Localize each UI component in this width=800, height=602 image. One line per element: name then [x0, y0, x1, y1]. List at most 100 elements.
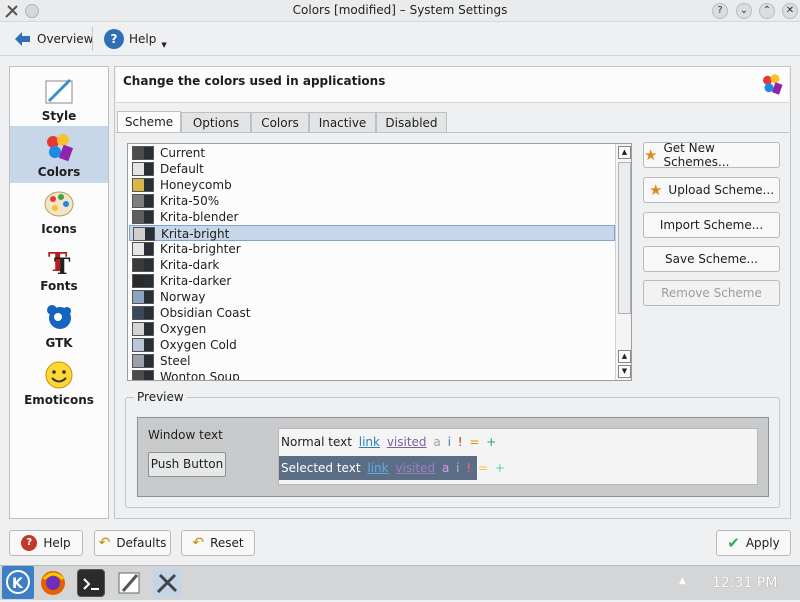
toolbar-divider: [92, 27, 93, 51]
sidebar-item-colors[interactable]: Colors: [10, 126, 108, 183]
scheme-name: Norway: [160, 290, 206, 304]
sidebar-item-icons[interactable]: Icons: [10, 183, 108, 240]
get-new-schemes-button[interactable]: ★ Get New Schemes...: [643, 141, 780, 169]
scroll-up-icon[interactable]: ▲: [618, 350, 631, 363]
scheme-list-scrollbar[interactable]: ▲ ▲ ▼: [615, 144, 631, 380]
scheme-name: Krita-dark: [160, 258, 220, 272]
scheme-preview-icon: [132, 338, 154, 352]
scheme-preview-icon: [132, 146, 154, 160]
tab-scheme[interactable]: Scheme: [117, 111, 181, 133]
star-icon: ★: [644, 146, 658, 164]
scheme-name: Steel: [160, 354, 191, 368]
scheme-preview-icon: [132, 210, 154, 224]
save-scheme-button[interactable]: Save Scheme...: [643, 246, 780, 272]
preview-selected-active: i: [456, 461, 460, 475]
preview-selected-positive: +: [494, 461, 505, 475]
scheme-item[interactable]: Krita-50%: [129, 193, 615, 209]
sidebar-item-label: Icons: [41, 222, 77, 236]
page-title: Change the colors used in applications: [123, 74, 386, 88]
application-launcher-icon[interactable]: K: [2, 566, 34, 599]
preview-selected-line: Selected text link visited a i ! = +: [281, 461, 505, 475]
system-settings-task-icon[interactable]: [153, 569, 181, 597]
svg-text:K: K: [12, 576, 24, 592]
category-sidebar: Style Colors Icons T T Fonts GTK Emotico…: [9, 66, 109, 519]
scheme-item[interactable]: Oxygen Cold: [129, 337, 615, 353]
scheme-preview-icon: [133, 227, 155, 241]
scheme-name: Default: [160, 162, 204, 176]
scheme-preview-icon: [132, 194, 154, 208]
scheme-item[interactable]: Krita-bright: [129, 225, 615, 241]
scheme-item[interactable]: Wonton Soup: [129, 369, 615, 381]
scheme-name: Honeycomb: [160, 178, 232, 192]
sidebar-item-label: Fonts: [40, 279, 78, 293]
sidebar-item-style[interactable]: Style: [10, 70, 108, 127]
check-icon: ✔: [727, 534, 740, 552]
tab-inactive[interactable]: Inactive: [309, 112, 376, 133]
scheme-preview-icon: [132, 178, 154, 192]
scheme-name: Krita-darker: [160, 274, 232, 288]
tab-disabled[interactable]: Disabled: [376, 112, 447, 133]
scheme-item[interactable]: Steel: [129, 353, 615, 369]
scheme-item[interactable]: Krita-brighter: [129, 241, 615, 257]
sidebar-item-label: Style: [41, 109, 77, 123]
help-menu-button[interactable]: ? Help ▼: [100, 26, 171, 52]
scheme-preview-icon: [132, 290, 154, 304]
minimize-button[interactable]: ⌄: [736, 3, 752, 19]
scheme-item[interactable]: Current: [129, 145, 615, 161]
preview-selected-inactive: a: [441, 461, 450, 475]
terminal-icon[interactable]: [77, 569, 105, 597]
upload-scheme-button[interactable]: ★ Upload Scheme...: [643, 177, 780, 203]
scheme-name: Wonton Soup: [160, 370, 240, 381]
scroll-up-icon[interactable]: ▲: [618, 146, 631, 159]
close-button[interactable]: ✕: [782, 3, 798, 19]
tab-colors[interactable]: Colors: [251, 112, 309, 133]
help-title-button[interactable]: ?: [712, 3, 728, 19]
tab-options[interactable]: Options: [181, 112, 251, 133]
maximize-button[interactable]: ⌃: [759, 3, 775, 19]
import-scheme-button[interactable]: Import Scheme...: [643, 212, 780, 238]
undo-icon: ↶: [98, 535, 111, 551]
scheme-item[interactable]: Krita-darker: [129, 273, 615, 289]
colors-icon: [47, 134, 74, 162]
defaults-button[interactable]: ↶ Defaults: [94, 530, 171, 556]
preview-positive: +: [486, 435, 497, 449]
undo-icon: ↶: [192, 535, 205, 551]
clock[interactable]: 12:31 PM: [712, 575, 777, 591]
sidebar-item-emoticons[interactable]: Emoticons: [10, 354, 108, 411]
emoticons-icon: [45, 361, 73, 389]
scheme-item[interactable]: Default: [129, 161, 615, 177]
scheme-item[interactable]: Obsidian Coast: [129, 305, 615, 321]
scheme-item[interactable]: Norway: [129, 289, 615, 305]
scroll-down-icon[interactable]: ▼: [618, 365, 631, 378]
scheme-item[interactable]: Oxygen: [129, 321, 615, 337]
scheme-item[interactable]: Honeycomb: [129, 177, 615, 193]
scheme-item[interactable]: Krita-blender: [129, 209, 615, 225]
scrollbar-thumb[interactable]: [618, 162, 631, 314]
scheme-list[interactable]: Current Default Honeycomb Krita-50% Krita-bl…: [127, 143, 632, 381]
scheme-name: Oxygen: [160, 322, 207, 336]
scheme-name: Krita-blender: [160, 210, 239, 224]
text-editor-icon[interactable]: [115, 569, 143, 597]
scheme-name: Current: [160, 146, 206, 160]
reset-button[interactable]: ↶ Reset: [181, 530, 255, 556]
firefox-icon[interactable]: [39, 569, 67, 597]
sidebar-item-gtk[interactable]: GTK: [10, 297, 108, 354]
scheme-preview-icon: [132, 370, 154, 380]
sidebar-item-fonts[interactable]: T T Fonts: [10, 240, 108, 297]
preview-selected-neutral: =: [477, 461, 489, 475]
remove-scheme-button[interactable]: Remove Scheme: [643, 280, 780, 306]
preview-visited: visited: [386, 435, 427, 449]
preview-neutral: =: [469, 435, 480, 449]
scheme-name: Obsidian Coast: [160, 306, 251, 320]
apply-button[interactable]: ✔ Apply: [716, 530, 791, 556]
overview-button[interactable]: Overview: [8, 26, 98, 52]
preview-push-button: Push Button: [148, 452, 226, 477]
sidebar-item-label: Colors: [37, 165, 81, 179]
svg-text:T: T: [54, 254, 71, 276]
scheme-item[interactable]: Krita-dark: [129, 257, 615, 273]
preview-active: i: [447, 435, 451, 449]
footer-help-button[interactable]: ? Help: [9, 530, 83, 556]
tray-expand-icon[interactable]: ▲: [679, 576, 686, 586]
preview-selected-visited: visited: [395, 461, 436, 475]
overview-label: Overview: [37, 32, 94, 46]
